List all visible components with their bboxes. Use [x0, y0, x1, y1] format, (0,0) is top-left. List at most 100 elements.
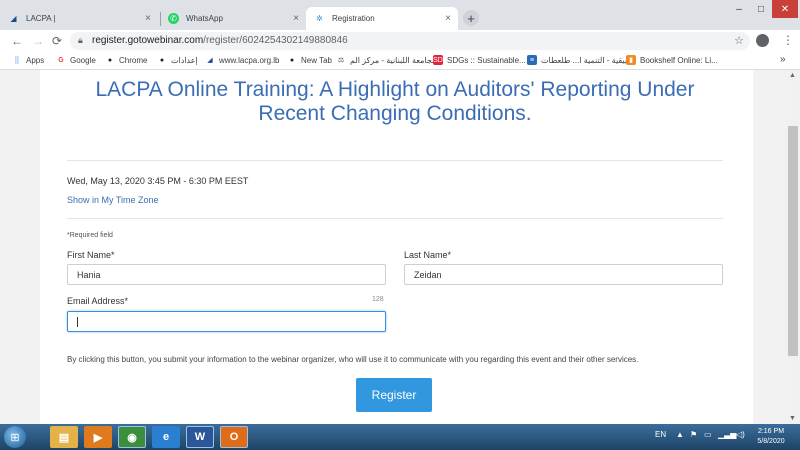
internet-explorer-icon[interactable]: e	[152, 426, 180, 448]
page-viewport: LACPA Online Training: A Highlight on Au…	[0, 70, 786, 424]
bookmark-label: www.lacpa.org.lb	[219, 55, 280, 65]
page-title: LACPA Online Training: A Highlight on Au…	[95, 78, 695, 125]
bookmark-apps[interactable]: ⣿ Apps	[12, 55, 44, 65]
university-icon: ⚖	[337, 57, 345, 64]
tab-whatsapp[interactable]: ✆ WhatsApp ×	[160, 7, 306, 30]
close-tab-icon[interactable]: ×	[293, 13, 299, 24]
outlook-icon[interactable]: O	[220, 426, 248, 448]
first-name-value: Hania	[77, 269, 101, 280]
lacpa-logo-icon: ◢	[10, 14, 17, 23]
profile-avatar[interactable]	[756, 34, 769, 47]
bookshelf-icon: ▮	[626, 55, 636, 65]
github-icon: ●	[107, 56, 113, 64]
github-icon: ●	[159, 56, 165, 64]
bookmark-sdgs[interactable]: SD SDGs :: Sustainable...	[433, 55, 526, 65]
scroll-up-icon[interactable]: ▲	[789, 72, 796, 79]
bookmark-label: إعدادات	[171, 55, 198, 65]
scrollbar-thumb[interactable]	[788, 126, 798, 356]
language-indicator[interactable]: EN	[655, 430, 666, 439]
forward-button[interactable]: →	[32, 34, 44, 48]
bookmark-applied-development[interactable]: ≡ تطبيقية - التنمية ا... طلعطات	[527, 55, 636, 65]
bookmark-label: New Tab	[301, 55, 332, 65]
tab-title: Registration	[332, 14, 375, 23]
lacpa-logo-icon: ◢	[207, 57, 213, 64]
file-explorer-icon[interactable]: ▤	[50, 426, 78, 448]
required-field-note: *Required field	[67, 232, 113, 239]
bookmark-label: Apps	[26, 55, 45, 65]
tab-title: LACPA |	[26, 14, 56, 23]
close-window-button[interactable]: ✕	[772, 0, 798, 18]
site-icon: ≡	[527, 55, 537, 65]
last-name-label: Last Name*	[404, 250, 452, 260]
bookmark-label: Chrome	[119, 55, 148, 65]
url-host: register.gotowebinar.com	[92, 35, 204, 46]
consent-text: By clicking this button, you submit your…	[67, 355, 639, 364]
email-label: Email Address*	[67, 296, 129, 306]
last-name-field[interactable]: Zeidan	[404, 264, 723, 285]
minimize-button[interactable]: –	[728, 0, 750, 18]
divider	[67, 218, 723, 219]
bookmark-lebanese-university[interactable]: ⚖ الجامعة اللبنانية - مركز الم...	[336, 55, 443, 65]
google-icon: G	[58, 56, 64, 64]
action-center-flag-icon[interactable]: ⚑	[690, 430, 697, 439]
bookmarks-bar: ⣿ Apps G Google ● Chrome ● إعدادات ◢ www.lacp…	[0, 52, 800, 70]
address-bar[interactable]: 🔒︎ register.gotowebinar.com/register/602…	[70, 32, 750, 50]
email-field[interactable]	[67, 311, 386, 332]
browser-toolbar: ← → ⟳ 🔒︎ register.gotowebinar.com/regist…	[0, 30, 800, 52]
reload-button[interactable]: ⟳	[52, 34, 62, 48]
bookmark-label: Bookshelf Online: Li...	[640, 55, 718, 65]
bookmark-label: تطبيقية - التنمية ا... طلعطات	[541, 55, 637, 65]
github-icon: ●	[289, 56, 295, 64]
scroll-down-icon[interactable]: ▼	[789, 415, 796, 422]
system-clock[interactable]: 2:16 PM 5/8/2020	[748, 427, 794, 447]
event-datetime: Wed, May 13, 2020 3:45 PM - 6:30 PM EEST	[67, 176, 249, 186]
tab-title: WhatsApp	[186, 14, 223, 23]
lock-icon: 🔒︎	[78, 35, 83, 45]
back-button[interactable]: ←	[11, 34, 23, 48]
registration-card: LACPA Online Training: A Highlight on Au…	[40, 70, 753, 424]
bookmark-label: SDGs :: Sustainable...	[447, 55, 526, 65]
network-icon[interactable]: ▁▃▅	[718, 430, 736, 439]
url-path: /register/6024254302149880846	[203, 35, 348, 46]
volume-icon[interactable]: ◁)	[736, 430, 745, 439]
new-tab-button[interactable]: +	[463, 10, 479, 26]
bookmark-bookshelf[interactable]: ▮ Bookshelf Online: Li...	[626, 55, 718, 65]
gotowebinar-icon: ✲	[316, 14, 323, 23]
media-player-icon[interactable]: ▶	[84, 426, 112, 448]
tab-registration[interactable]: ✲ Registration ×	[306, 7, 458, 30]
sdgs-icon: SD	[433, 55, 443, 65]
show-in-my-time-zone-link[interactable]: Show in My Time Zone	[67, 195, 159, 205]
chrome-icon[interactable]: ◉	[118, 426, 146, 448]
last-name-value: Zeidan	[414, 269, 442, 280]
first-name-label: First Name*	[67, 250, 115, 260]
close-tab-icon[interactable]: ×	[445, 13, 451, 24]
close-tab-icon[interactable]: ×	[145, 13, 151, 24]
register-button[interactable]: Register	[356, 378, 432, 412]
bookmark-settings-ar[interactable]: ● إعدادات	[157, 55, 198, 65]
bookmarks-overflow-button[interactable]: »	[780, 54, 786, 65]
text-cursor	[77, 316, 78, 327]
browser-tab-strip: ◢ LACPA | × ✆ WhatsApp × ✲ Registration …	[0, 0, 800, 30]
browser-menu-icon[interactable]: ⋮	[782, 33, 794, 47]
tab-lacpa[interactable]: ◢ LACPA | ×	[0, 7, 158, 30]
battery-icon[interactable]: ▭	[704, 430, 712, 439]
whatsapp-icon: ✆	[168, 13, 179, 24]
tray-expand-icon[interactable]: ▲	[676, 430, 684, 439]
start-button[interactable]: ⊞	[4, 426, 26, 448]
first-name-field[interactable]: Hania	[67, 264, 386, 285]
bookmark-label: Google	[70, 55, 96, 65]
bookmark-chrome[interactable]: ● Chrome	[105, 55, 148, 65]
maximize-button[interactable]: □	[750, 0, 772, 18]
bookmark-google[interactable]: G Google	[56, 55, 96, 65]
bookmark-label: الجامعة اللبنانية - مركز الم...	[350, 55, 443, 65]
bookmark-star-icon[interactable]: ☆	[734, 34, 744, 47]
bookmark-lacpa[interactable]: ◢ www.lacpa.org.lb	[205, 55, 279, 65]
page-scrollbar[interactable]: ▲ ▼	[786, 70, 800, 424]
divider	[67, 160, 723, 161]
apps-grid-icon: ⣿	[14, 57, 20, 64]
clock-time: 2:16 PM	[757, 428, 785, 435]
bookmark-new-tab[interactable]: ● New Tab	[287, 55, 332, 65]
clock-date: 5/8/2020	[757, 438, 785, 445]
word-icon[interactable]: W	[186, 426, 214, 448]
url-text: register.gotowebinar.com/register/602425…	[92, 35, 348, 46]
